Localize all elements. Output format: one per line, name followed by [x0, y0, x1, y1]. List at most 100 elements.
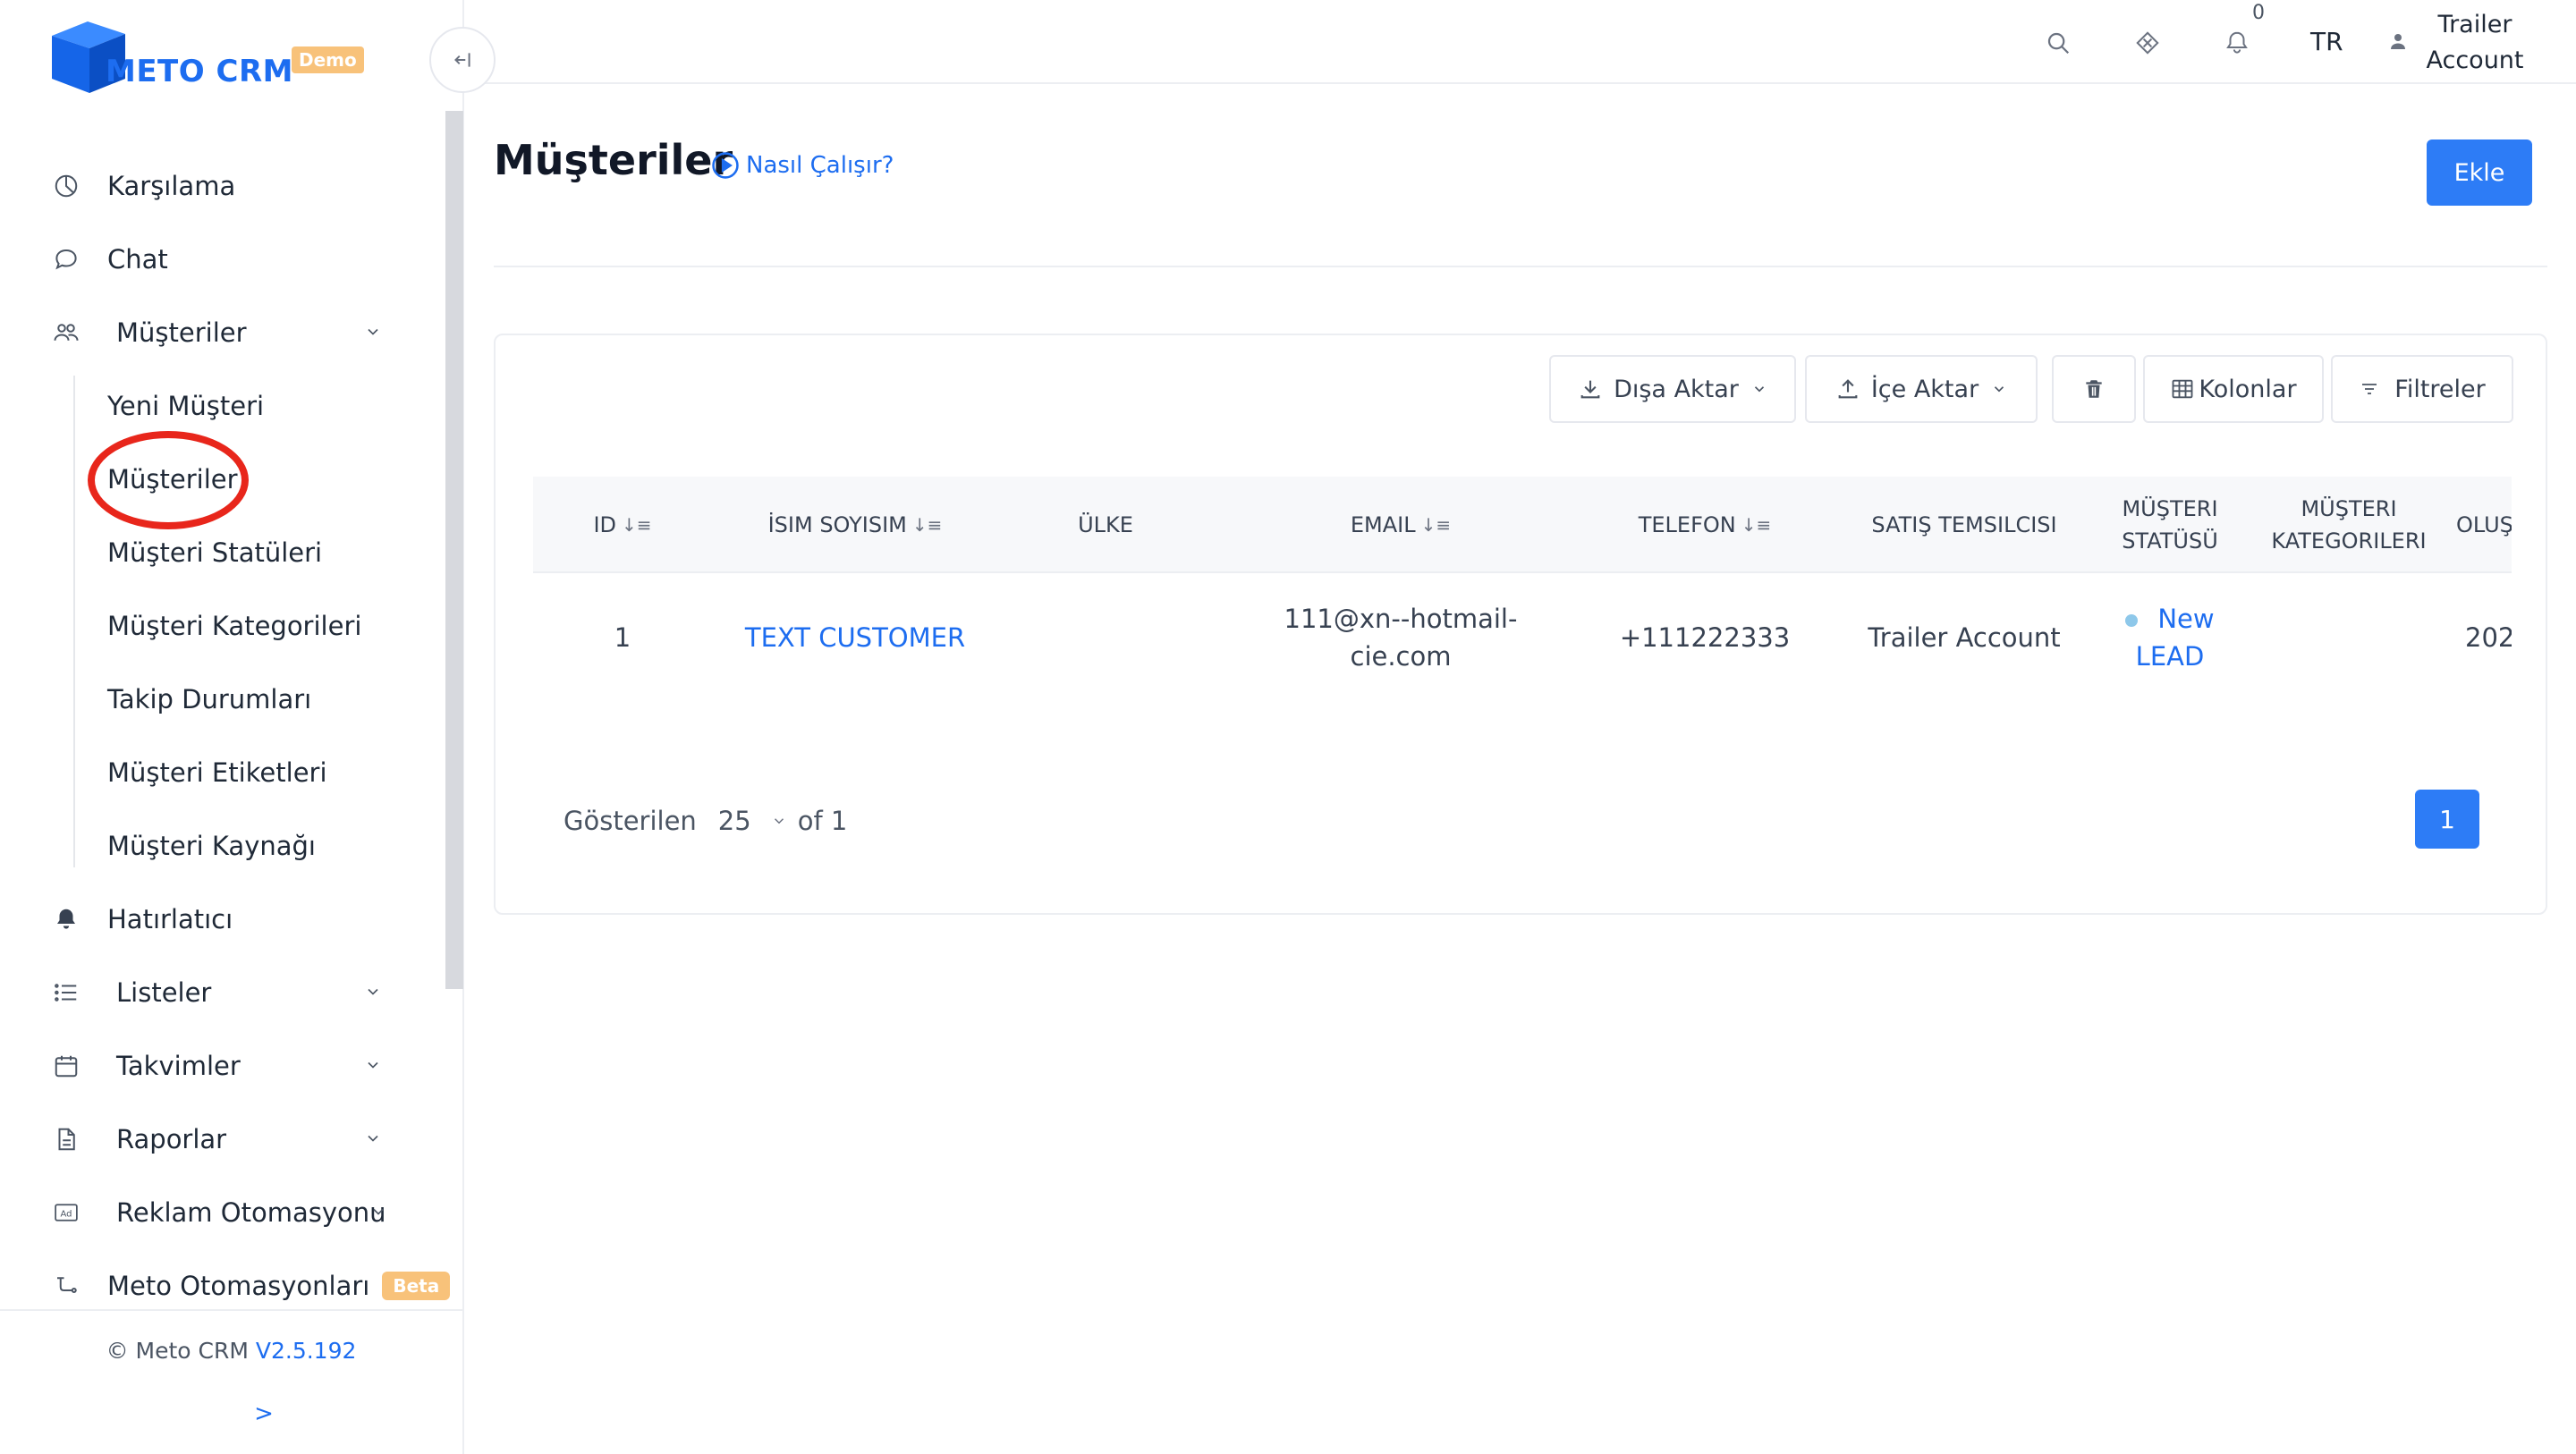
page-button-1[interactable]: 1 [2415, 790, 2479, 849]
export-label: Dışa Aktar [1614, 375, 1739, 403]
user-icon [2387, 30, 2409, 55]
cell-customer-name-link[interactable]: TEXT CUSTOMER [730, 575, 980, 700]
trash-icon [2086, 380, 2102, 398]
import-button[interactable]: İçe Aktar [1805, 355, 2038, 423]
chevron-down-icon [360, 1052, 386, 1078]
column-header-country[interactable]: ÜLKE [998, 477, 1213, 571]
export-button[interactable]: Dışa Aktar [1549, 355, 1796, 423]
table-row: 1 TEXT CUSTOMER 111@xn--hotmail- cie.com… [533, 575, 2512, 700]
sidebar-subitem-musteri-kaynagi[interactable]: Müşteri Kaynağı [107, 823, 316, 869]
pagination-info: Gösterilen 25 of 1 [564, 806, 847, 836]
copyright-label: © Meto CRM [106, 1338, 249, 1364]
sidebar-subitem-takip-durumlari[interactable]: Takip Durumları [107, 676, 311, 723]
sidebar-item-hatirlatici[interactable]: Hatırlatıcı [50, 896, 233, 943]
sidebar-item-label: Reklam Otomasyonu [116, 1197, 386, 1228]
sidebar-collapse-button[interactable] [429, 27, 496, 93]
column-header-categories[interactable]: MÜŞTERI KATEGORILERI [2250, 477, 2447, 571]
filters-button[interactable]: Filtreler [2331, 355, 2513, 423]
account-name-line1: Trailer [2437, 11, 2512, 38]
add-customer-button[interactable]: Ekle [2427, 139, 2532, 206]
column-header-email[interactable]: EMAIL ↓≡ [1231, 477, 1571, 571]
language-switcher[interactable]: TR [2310, 27, 2343, 56]
sidebar-item-label: Raporlar [116, 1124, 227, 1154]
sidebar-subitem-musteri-kategorileri[interactable]: Müşteri Kategorileri [107, 603, 361, 649]
sidebar-item-chat[interactable]: Chat [50, 236, 168, 283]
cell-email: 111@xn--hotmail- cie.com [1231, 575, 1571, 700]
sidebar-item-musteriler[interactable]: Müşteriler [50, 309, 390, 356]
cell-id: 1 [614, 622, 631, 653]
column-header-label: İSIM SOYISIM [767, 512, 907, 537]
sidebar-item-raporlar[interactable]: Raporlar [50, 1116, 390, 1162]
sort-icon[interactable]: ↓≡ [622, 509, 652, 541]
column-header-label: KATEGORILERI [2271, 528, 2427, 554]
beta-badge: Beta [382, 1272, 451, 1300]
cell-country [998, 575, 1213, 700]
version-link[interactable]: V2.5.192 [256, 1338, 357, 1364]
account-menu[interactable]: Trailer Account [2387, 7, 2529, 79]
chevron-up-icon [360, 318, 386, 345]
page-count-label: of 1 [797, 806, 848, 836]
column-header-label: ID [593, 512, 617, 537]
column-header-created[interactable]: OLUŞTU [2456, 477, 2512, 571]
how-it-works-link[interactable]: Nasıl Çalışır? [710, 150, 894, 181]
notification-bell-icon[interactable] [2221, 27, 2253, 59]
column-header-label: STATÜSÜ [2122, 528, 2218, 554]
column-header-sales-rep[interactable]: SATIŞ TEMSILCISI [1830, 477, 2098, 571]
sidebar-subitem-musteri-statuleri[interactable]: Müşteri Statüleri [107, 529, 322, 576]
sidebar-item-meto-otomasyonlari[interactable]: Meto Otomasyonları Beta [50, 1263, 451, 1309]
column-header-label: SATIŞ TEMSILCISI [1871, 512, 2057, 537]
integration-icon[interactable] [2131, 27, 2164, 59]
calendar-icon [50, 1050, 82, 1082]
column-header-id[interactable]: ID ↓≡ [569, 477, 676, 571]
page-size-select[interactable]: 25 [718, 806, 787, 836]
bell-icon [50, 903, 82, 935]
demo-badge: Demo [292, 46, 364, 73]
sidebar-item-label: Karşılama [107, 171, 236, 201]
sort-icon[interactable]: ↓≡ [1741, 509, 1772, 541]
chat-icon [50, 243, 82, 275]
sidebar-expand-arrow[interactable]: > [0, 1400, 528, 1427]
filters-label: Filtreler [2394, 375, 2486, 403]
columns-label: Kolonlar [2199, 375, 2297, 403]
sidebar-subitem-musteri-etiketleri[interactable]: Müşteri Etiketleri [107, 749, 327, 796]
sidebar-item-label: Müşteriler [116, 317, 247, 348]
status-line1: New [2125, 600, 2215, 638]
app-logo[interactable]: METO CRM Demo [48, 20, 370, 100]
status-dot [2125, 614, 2139, 627]
search-icon[interactable] [2042, 27, 2074, 59]
cell-email-line2: cie.com [1350, 641, 1452, 672]
cell-phone: +111222333 [1619, 622, 1791, 653]
column-header-name[interactable]: İSIM SOYISIM ↓≡ [730, 477, 980, 571]
highlight-annotation-circle [88, 431, 249, 529]
sidebar-subitem-yeni-musteri[interactable]: Yeni Müşteri [107, 383, 264, 429]
sort-icon[interactable]: ↓≡ [912, 509, 943, 541]
sidebar-item-listeler[interactable]: Listeler [50, 969, 390, 1016]
chevron-down-icon [1995, 386, 2004, 393]
sidebar-item-label: Chat [107, 244, 168, 275]
submenu-guide-line [73, 376, 75, 867]
top-bar: 0 TR Trailer Account [464, 0, 2576, 84]
status-label: New [2157, 604, 2215, 634]
cell-categories [2250, 575, 2447, 700]
how-it-works-label: Nasıl Çalışır? [746, 152, 894, 179]
column-header-status[interactable]: MÜŞTERI STATÜSÜ [2089, 477, 2250, 571]
table-header: ID ↓≡ İSIM SOYISIM ↓≡ ÜLKE EMAIL ↓≡ TELEFON… [533, 477, 2512, 573]
column-header-label: MÜŞTERI [2301, 496, 2397, 521]
cell-email-line1: 111@xn--hotmail- [1284, 604, 1518, 634]
copyright-text: © Meto CRM V2.5.192 [0, 1338, 462, 1364]
sidebar-scrollbar[interactable] [445, 111, 463, 989]
sidebar-item-karsilama[interactable]: Karşılama [50, 163, 235, 209]
cell-created: 202 [2465, 622, 2512, 653]
column-header-label: OLUŞTU [2456, 512, 2512, 537]
sidebar-item-label: Listeler [116, 977, 212, 1008]
delete-button[interactable] [2052, 355, 2136, 423]
column-header-phone[interactable]: TELEFON ↓≡ [1571, 477, 1839, 571]
columns-button[interactable]: Kolonlar [2143, 355, 2324, 423]
sort-icon[interactable]: ↓≡ [1421, 509, 1452, 541]
notification-count: 0 [2252, 2, 2265, 24]
page-title: Müşteriler [494, 136, 733, 184]
cell-status[interactable]: New LEAD [2089, 575, 2250, 700]
sidebar-item-takvimler[interactable]: Takvimler [50, 1043, 390, 1089]
sidebar-item-reklam-otomasyonu[interactable]: Ad Reklam Otomasyonu [50, 1189, 390, 1236]
account-name-line2: Account [2426, 46, 2524, 74]
